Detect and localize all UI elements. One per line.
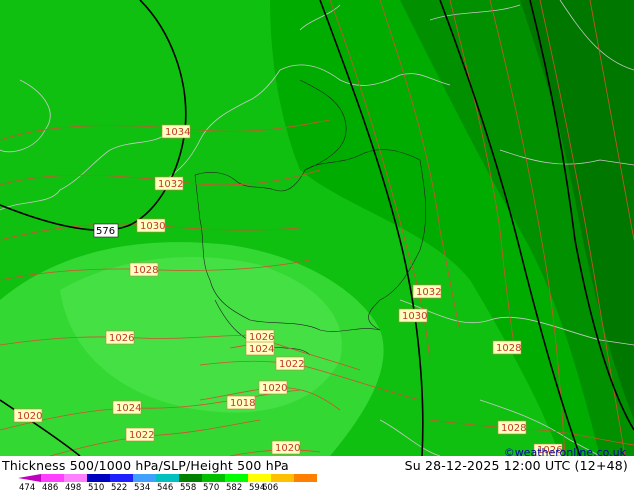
isobar-label: 1026 — [245, 329, 274, 344]
thickness-color-scale: 474 486 498 510 522 534 546 558 570 582 594606 — [18, 474, 317, 490]
scale-swatch — [133, 474, 156, 482]
svg-text:1022: 1022 — [279, 359, 304, 370]
isobar-label: 1030 — [136, 218, 165, 233]
svg-text:1022: 1022 — [129, 430, 154, 441]
isobar-label: 1028 — [129, 262, 158, 277]
credit-link[interactable]: ©weatheronline.co.uk — [504, 446, 626, 459]
valid-time: Su 28-12-2025 12:00 UTC (12+48) — [404, 458, 628, 473]
isobar-label: 1020 — [13, 408, 42, 423]
scale-tick-label: 534 — [134, 483, 150, 490]
isobar-label: 1018 — [226, 395, 255, 410]
isobar-label: 1022 — [125, 427, 154, 442]
svg-text:576: 576 — [96, 226, 115, 237]
height-label: 576 — [93, 223, 119, 238]
svg-text:1026: 1026 — [109, 333, 134, 344]
svg-text:1018: 1018 — [230, 398, 255, 409]
svg-text:1026: 1026 — [249, 332, 274, 343]
scale-tick-label: 486 — [42, 483, 58, 490]
scale-tick-label: 522 — [111, 483, 127, 490]
scale-swatch — [248, 474, 271, 482]
scale-ticks: 474 486 498 510 522 534 546 558 570 582 594606 — [19, 483, 278, 490]
isobar-label: 1020 — [271, 440, 300, 455]
isobar-label: 1028 — [497, 420, 526, 435]
svg-text:1032: 1032 — [158, 179, 183, 190]
scale-tick-label: 474 — [19, 483, 35, 490]
scale-tick-label: 570 — [203, 483, 219, 490]
scale-swatch — [41, 474, 64, 482]
isobar-label: 1022 — [275, 356, 304, 371]
isobar-label: 1030 — [398, 308, 427, 323]
svg-text:1024: 1024 — [116, 403, 141, 414]
svg-text:1028: 1028 — [133, 265, 158, 276]
scale-swatch — [110, 474, 133, 482]
scale-tick-label: 510 — [88, 483, 104, 490]
svg-text:1034: 1034 — [165, 127, 190, 138]
scale-tick-label: 498 — [65, 483, 81, 490]
isobar-label: 1024 — [245, 341, 274, 356]
scale-swatch — [294, 474, 317, 482]
svg-text:1020: 1020 — [275, 443, 300, 454]
scale-tick-label: 606 — [262, 483, 278, 490]
scale-swatch — [179, 474, 202, 482]
scale-tick-label: 582 — [226, 483, 242, 490]
isobar-label: 1034 — [161, 124, 190, 139]
svg-text:1020: 1020 — [262, 383, 287, 394]
scale-swatch — [87, 474, 110, 482]
scale-swatch — [202, 474, 225, 482]
weather-map-frame: 1034 1032 1030 1028 1026 1026 1024 1022 … — [0, 0, 634, 490]
svg-text:1028: 1028 — [501, 423, 526, 434]
isobar-label: 1028 — [492, 340, 521, 355]
scale-tick-label: 558 — [180, 483, 196, 490]
scale-swatch — [225, 474, 248, 482]
svg-text:1020: 1020 — [17, 411, 42, 422]
svg-text:1030: 1030 — [140, 221, 165, 232]
thickness-map: 1034 1032 1030 1028 1026 1026 1024 1022 … — [0, 0, 634, 456]
svg-text:1028: 1028 — [496, 343, 521, 354]
svg-text:1030: 1030 — [402, 311, 427, 322]
scale-swatch — [156, 474, 179, 482]
svg-text:1024: 1024 — [249, 344, 274, 355]
scale-tick-label: 546 — [157, 483, 173, 490]
svg-text:1032: 1032 — [416, 287, 441, 298]
scale-swatch — [271, 474, 294, 482]
map-title: Thickness 500/1000 hPa/SLP/Height 500 hP… — [2, 458, 289, 473]
scale-arrow-left — [18, 474, 41, 482]
isobar-label: 1032 — [412, 284, 441, 299]
scale-swatch — [64, 474, 87, 482]
isobar-label: 1026 — [105, 330, 134, 345]
isobar-label: 1032 — [154, 176, 183, 191]
isobar-label: 1024 — [112, 400, 141, 415]
scale-swatches — [18, 474, 317, 482]
isobar-label: 1020 — [258, 380, 287, 395]
